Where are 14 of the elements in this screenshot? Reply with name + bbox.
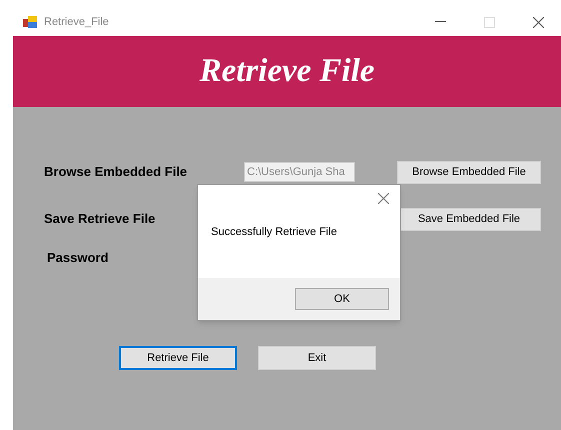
dialog-message: Successfully Retrieve File: [211, 224, 337, 240]
ok-button[interactable]: OK: [295, 288, 389, 310]
action-button[interactable]: Retrieve File: [119, 346, 237, 370]
close-icon[interactable]: [378, 193, 389, 204]
header-title: Retrieve File: [199, 52, 375, 91]
action-button[interactable]: Exit: [258, 346, 376, 370]
field-label: Password: [47, 249, 110, 268]
browse-button[interactable]: Browse Embedded File: [397, 160, 541, 184]
close-icon[interactable]: [533, 16, 544, 28]
app-icon: [23, 16, 37, 28]
field-label: Browse Embedded File: [44, 163, 188, 182]
window-title: Retrieve_File: [44, 14, 109, 30]
field-label: Save Retrieve File: [44, 210, 156, 228]
minimize-icon[interactable]: [435, 21, 446, 23]
